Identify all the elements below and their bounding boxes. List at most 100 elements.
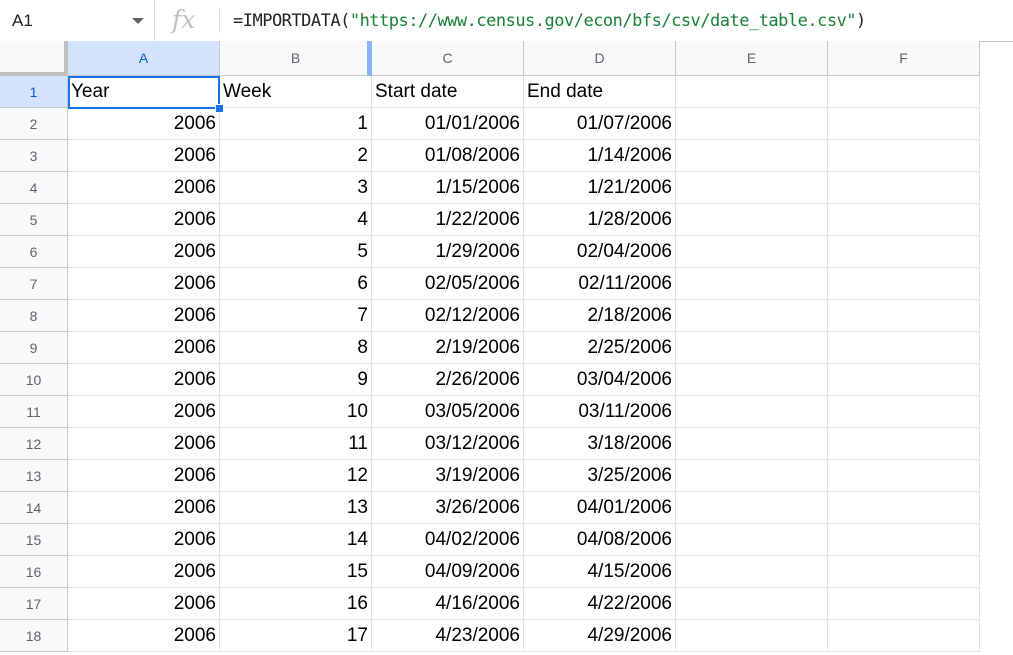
cell-f2[interactable]	[828, 108, 980, 140]
cell-e16[interactable]	[676, 556, 828, 588]
cell-f1[interactable]	[828, 76, 980, 108]
cell-c11[interactable]: 03/05/2006	[372, 396, 524, 428]
cell-d1[interactable]: End date	[524, 76, 676, 108]
row-header[interactable]: 9	[0, 332, 68, 364]
cell-e4[interactable]	[676, 172, 828, 204]
cell-f17[interactable]	[828, 588, 980, 620]
cell-a14[interactable]: 2006	[68, 492, 220, 524]
cell-a2[interactable]: 2006	[68, 108, 220, 140]
cell-f10[interactable]	[828, 364, 980, 396]
cell-d11[interactable]: 03/11/2006	[524, 396, 676, 428]
cell-a1[interactable]: Year	[68, 76, 220, 108]
cell-e10[interactable]	[676, 364, 828, 396]
cell-d2[interactable]: 01/07/2006	[524, 108, 676, 140]
cell-f4[interactable]	[828, 172, 980, 204]
cell-d17[interactable]: 4/22/2006	[524, 588, 676, 620]
cell-c16[interactable]: 04/09/2006	[372, 556, 524, 588]
cell-c5[interactable]: 1/22/2006	[372, 204, 524, 236]
row-header[interactable]: 7	[0, 268, 68, 300]
cell-e8[interactable]	[676, 300, 828, 332]
chevron-down-icon[interactable]	[132, 18, 144, 24]
cell-e6[interactable]	[676, 236, 828, 268]
cell-b12[interactable]: 11	[220, 428, 372, 460]
cell-e15[interactable]	[676, 524, 828, 556]
column-header-b[interactable]: B	[220, 41, 372, 76]
row-header[interactable]: 3	[0, 140, 68, 172]
column-header-d[interactable]: D	[524, 41, 676, 76]
cell-d6[interactable]: 02/04/2006	[524, 236, 676, 268]
cell-b7[interactable]: 6	[220, 268, 372, 300]
cell-f6[interactable]	[828, 236, 980, 268]
column-header-a[interactable]: A	[68, 41, 220, 76]
cell-b3[interactable]: 2	[220, 140, 372, 172]
cell-b18[interactable]: 17	[220, 620, 372, 652]
cell-a3[interactable]: 2006	[68, 140, 220, 172]
cell-f13[interactable]	[828, 460, 980, 492]
cell-c9[interactable]: 2/19/2006	[372, 332, 524, 364]
cell-f5[interactable]	[828, 204, 980, 236]
cell-e3[interactable]	[676, 140, 828, 172]
cell-a9[interactable]: 2006	[68, 332, 220, 364]
cell-d15[interactable]: 04/08/2006	[524, 524, 676, 556]
row-header[interactable]: 17	[0, 588, 68, 620]
cell-b6[interactable]: 5	[220, 236, 372, 268]
cell-a6[interactable]: 2006	[68, 236, 220, 268]
cell-e12[interactable]	[676, 428, 828, 460]
column-header-e[interactable]: E	[676, 41, 828, 76]
cell-b1[interactable]: Week	[220, 76, 372, 108]
cell-a17[interactable]: 2006	[68, 588, 220, 620]
row-header[interactable]: 13	[0, 460, 68, 492]
cell-d14[interactable]: 04/01/2006	[524, 492, 676, 524]
row-header[interactable]: 8	[0, 300, 68, 332]
cell-c18[interactable]: 4/23/2006	[372, 620, 524, 652]
cell-c8[interactable]: 02/12/2006	[372, 300, 524, 332]
cell-d8[interactable]: 2/18/2006	[524, 300, 676, 332]
row-header[interactable]: 12	[0, 428, 68, 460]
cell-b9[interactable]: 8	[220, 332, 372, 364]
cell-b5[interactable]: 4	[220, 204, 372, 236]
cell-a10[interactable]: 2006	[68, 364, 220, 396]
row-header[interactable]: 16	[0, 556, 68, 588]
cell-f15[interactable]	[828, 524, 980, 556]
cell-c1[interactable]: Start date	[372, 76, 524, 108]
cell-d13[interactable]: 3/25/2006	[524, 460, 676, 492]
cell-a16[interactable]: 2006	[68, 556, 220, 588]
column-header-f[interactable]: F	[828, 41, 980, 76]
cell-f8[interactable]	[828, 300, 980, 332]
cell-b8[interactable]: 7	[220, 300, 372, 332]
cell-c10[interactable]: 2/26/2006	[372, 364, 524, 396]
cell-e2[interactable]	[676, 108, 828, 140]
cell-a8[interactable]: 2006	[68, 300, 220, 332]
cell-c12[interactable]: 03/12/2006	[372, 428, 524, 460]
row-header[interactable]: 2	[0, 108, 68, 140]
name-box[interactable]: A1	[0, 0, 155, 41]
cell-e5[interactable]	[676, 204, 828, 236]
cell-f7[interactable]	[828, 268, 980, 300]
column-header-c[interactable]: C	[372, 41, 524, 76]
cell-e17[interactable]	[676, 588, 828, 620]
formula-input[interactable]: =IMPORTDATA("https://www.census.gov/econ…	[233, 11, 866, 31]
cell-b13[interactable]: 12	[220, 460, 372, 492]
row-header[interactable]: 6	[0, 236, 68, 268]
cell-c6[interactable]: 1/29/2006	[372, 236, 524, 268]
cell-a12[interactable]: 2006	[68, 428, 220, 460]
row-header[interactable]: 18	[0, 620, 68, 652]
cell-a15[interactable]: 2006	[68, 524, 220, 556]
cell-d3[interactable]: 1/14/2006	[524, 140, 676, 172]
cell-d4[interactable]: 1/21/2006	[524, 172, 676, 204]
cell-e7[interactable]	[676, 268, 828, 300]
cell-d9[interactable]: 2/25/2006	[524, 332, 676, 364]
cell-b14[interactable]: 13	[220, 492, 372, 524]
cell-f18[interactable]	[828, 620, 980, 652]
cell-e9[interactable]	[676, 332, 828, 364]
cell-b4[interactable]: 3	[220, 172, 372, 204]
row-header[interactable]: 10	[0, 364, 68, 396]
cell-c7[interactable]: 02/05/2006	[372, 268, 524, 300]
row-header[interactable]: 14	[0, 492, 68, 524]
cell-b16[interactable]: 15	[220, 556, 372, 588]
cell-c13[interactable]: 3/19/2006	[372, 460, 524, 492]
cell-e18[interactable]	[676, 620, 828, 652]
cell-a7[interactable]: 2006	[68, 268, 220, 300]
cell-f12[interactable]	[828, 428, 980, 460]
cell-b17[interactable]: 16	[220, 588, 372, 620]
